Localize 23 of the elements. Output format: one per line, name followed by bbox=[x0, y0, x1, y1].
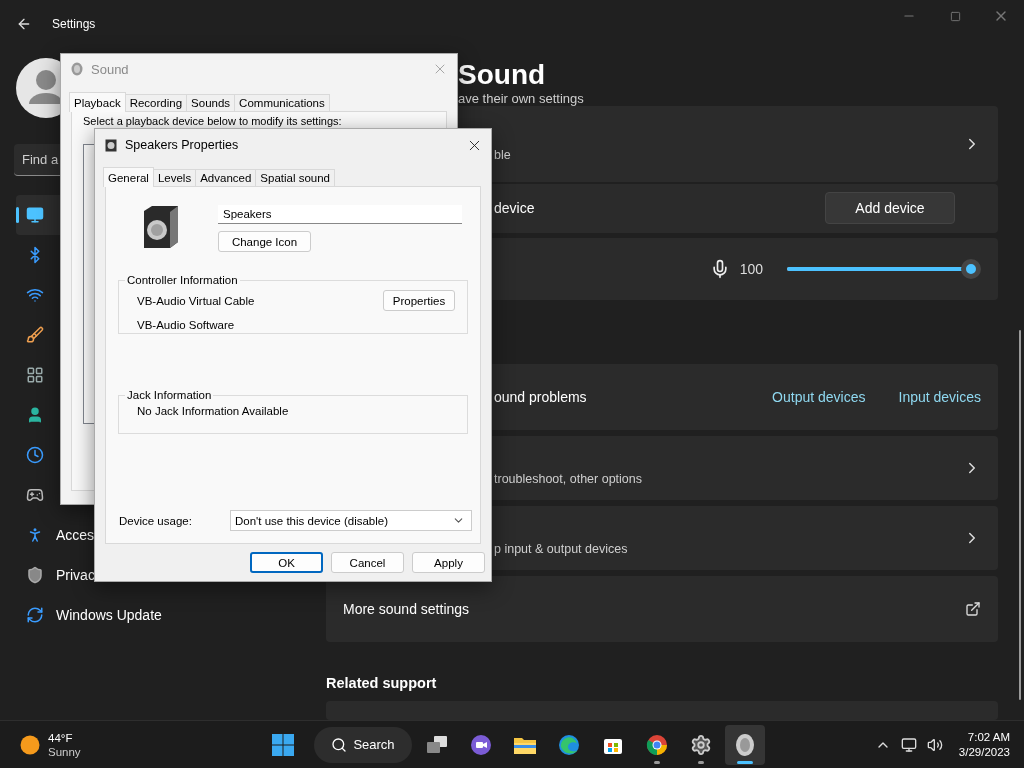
controller-vendor: VB-Audio Software bbox=[137, 319, 236, 331]
jack-text: No Jack Information Available bbox=[137, 405, 290, 417]
dialog-title: Speakers Properties bbox=[125, 138, 239, 152]
weather-condition: Sunny bbox=[48, 744, 81, 759]
card-title: More sound settings bbox=[343, 600, 470, 617]
window-title: Settings bbox=[52, 17, 96, 31]
clock-time: 7:02 AM bbox=[967, 729, 1010, 745]
section-heading: Related support bbox=[326, 674, 438, 691]
volume-reading: 100 bbox=[739, 260, 763, 277]
card-subtitle: troubleshoot, other options bbox=[494, 472, 643, 487]
card-subtitle: p input & output devices bbox=[494, 542, 628, 557]
group-legend: Jack Information bbox=[125, 389, 214, 401]
card-title: ound problems bbox=[494, 388, 587, 405]
page-heading: Sound bbox=[458, 58, 547, 92]
clock-date: 3/29/2023 bbox=[958, 744, 1010, 760]
usage-label: Device usage: bbox=[119, 514, 192, 527]
dialog-title: Sound bbox=[91, 61, 129, 77]
controller-name: VB-Audio Virtual Cable bbox=[137, 294, 255, 307]
temperature: 44°F bbox=[48, 730, 74, 745]
page-description: ave their own settings bbox=[458, 92, 585, 106]
card-subtitle: ble bbox=[494, 147, 511, 162]
group-legend: Controller Information bbox=[125, 274, 240, 286]
card-title: device bbox=[494, 200, 535, 217]
